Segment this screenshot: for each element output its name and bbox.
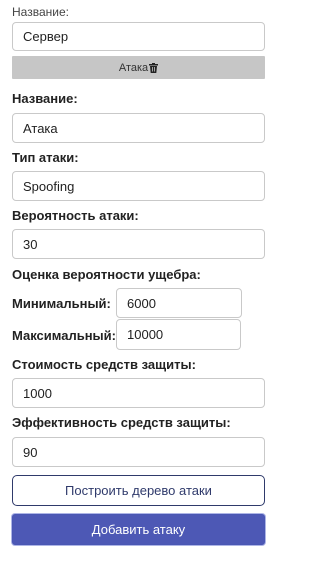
attack-probability-input[interactable] [12,229,265,259]
attack-type-label: Тип атаки: [12,150,79,165]
attack-header-bar[interactable]: Атака [12,56,265,79]
trash-icon[interactable] [149,62,159,73]
attack-type-input[interactable] [12,171,265,201]
build-attack-tree-button[interactable]: Построить дерево атаки [12,475,265,506]
protection-efficiency-input[interactable] [12,437,265,467]
add-attack-label: Добавить атаку [91,522,186,537]
min-damage-label: Минимальный: [12,296,111,311]
node-name-label: Название: [12,5,69,19]
damage-estimate-label: Оценка вероятности ущебра: [12,267,201,282]
node-name-input[interactable] [12,22,265,51]
protection-efficiency-label: Эффективность средств защиты: [12,415,231,430]
add-attack-button[interactable]: Добавить атаку [12,514,265,545]
max-damage-input[interactable] [116,319,241,350]
protection-cost-label: Стоимость средств защиты: [12,357,196,372]
attack-header-label: Атака [118,61,149,74]
attack-name-label: Название: [12,91,78,106]
build-attack-tree-label: Построить дерево атаки [65,483,212,498]
protection-cost-input[interactable] [12,378,265,408]
attack-name-input[interactable] [12,113,265,143]
max-damage-label: Максимальный: [12,328,116,343]
min-damage-input[interactable] [116,288,242,318]
attack-probability-label: Вероятность атаки: [12,208,139,223]
